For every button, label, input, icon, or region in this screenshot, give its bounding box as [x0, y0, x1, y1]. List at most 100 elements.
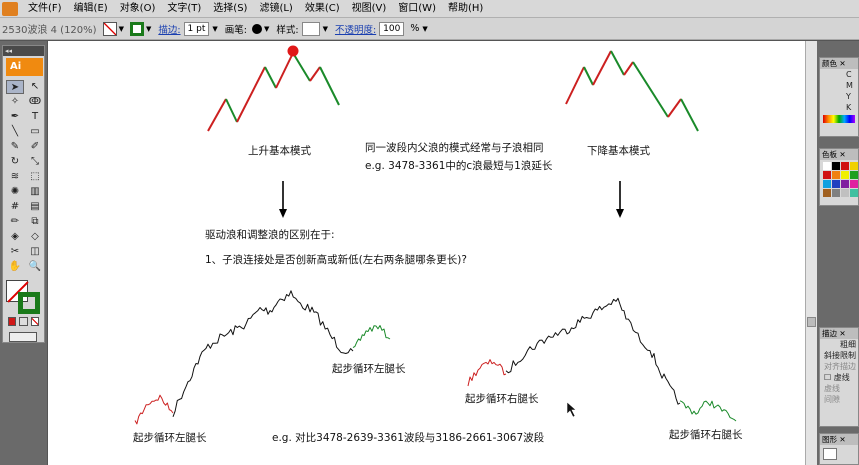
swatch-chip[interactable] — [850, 189, 858, 197]
style-field[interactable] — [301, 21, 320, 36]
stroke-color-swatch[interactable] — [129, 21, 144, 36]
eyedropper-tool-icon[interactable]: ✏ — [6, 215, 24, 229]
stroke-dropdown-icon[interactable]: ▼ — [146, 25, 151, 33]
swatch-chip[interactable] — [823, 162, 831, 170]
menu-filter[interactable]: 滤镜(L) — [253, 0, 298, 18]
menu-file[interactable]: 文件(F) — [22, 0, 68, 18]
opacity-label[interactable]: 不透明度: — [335, 22, 376, 36]
line-tool-icon[interactable]: ╲ — [6, 125, 24, 139]
tools-panel: ◂◂ Ai ➤ ↖ ✧ ↂ ✒ T ╲ ▭ ✎ ✐ ↻ ⤡ ≋ ⬚ ✺ ▥ # ▤ ✏ ⧉ ◈ ◇ ✂ ◫ ✋ 🔍 — [2, 45, 45, 343]
screen-mode-icon[interactable] — [9, 332, 37, 342]
pen-tool-icon[interactable]: ✒ — [6, 110, 24, 124]
menu-select[interactable]: 选择(S) — [207, 0, 253, 18]
gap-label: 间隙 — [824, 395, 840, 404]
stroke-weight-field[interactable]: 1 pt — [183, 21, 210, 36]
menu-view[interactable]: 视图(V) — [346, 0, 393, 18]
color-panel-title-text: 颜色 — [822, 59, 837, 68]
menu-type[interactable]: 文字(T) — [161, 0, 207, 18]
swatch-chip[interactable] — [832, 180, 840, 188]
dashed-line-checkbox[interactable]: ☐ 虚线 — [820, 372, 858, 383]
swatch-chip[interactable] — [841, 162, 849, 170]
menu-help[interactable]: 帮助(H) — [442, 0, 489, 18]
swatch-chip[interactable] — [841, 171, 849, 179]
down-pattern-segment — [623, 61, 634, 76]
swatch-chip[interactable] — [841, 189, 849, 197]
gradient-mode-icon[interactable] — [19, 317, 28, 326]
scale-tool-icon[interactable]: ⤡ — [26, 155, 44, 169]
magic-wand-tool-icon[interactable]: ✧ — [6, 95, 24, 109]
color-spectrum-bar[interactable] — [823, 115, 855, 123]
mesh-tool-icon[interactable]: # — [6, 200, 24, 214]
live-paint-tool-icon[interactable]: ◈ — [6, 230, 24, 244]
stroke-label[interactable]: 描边: — [158, 22, 180, 36]
swatch-chip[interactable] — [823, 189, 831, 197]
rotate-tool-icon[interactable]: ↻ — [6, 155, 24, 169]
symbol-sprayer-tool-icon[interactable]: ✺ — [6, 185, 24, 199]
swatch-chip[interactable] — [841, 180, 849, 188]
swatch-chip[interactable] — [850, 162, 858, 170]
down-pattern-segment — [583, 66, 594, 86]
stroke-weight-label: 粗细 — [840, 340, 856, 349]
left-chart-start-red — [134, 394, 174, 425]
down-pattern-segment — [610, 50, 625, 76]
label-left-leg-long-left-chart: 起步循环左腿长 — [133, 432, 207, 444]
blend-tool-icon[interactable]: ⧉ — [26, 215, 44, 229]
none-mode-icon[interactable] — [30, 317, 39, 326]
eraser-tool-icon[interactable]: ◫ — [26, 245, 44, 259]
stroke-panel-title[interactable]: 描边 ✕ — [820, 328, 858, 339]
label-down-pattern: 下降基本模式 — [587, 145, 650, 157]
paintbrush-tool-icon[interactable]: ✎ — [6, 140, 24, 154]
brush-dropdown-icon[interactable]: ▼ — [264, 25, 269, 33]
color-panel: 颜色 ✕ C M Y K — [819, 57, 859, 137]
pencil-tool-icon[interactable]: ✐ — [26, 140, 44, 154]
type-tool-icon[interactable]: T — [26, 110, 44, 124]
stroke-indicator-icon[interactable] — [18, 292, 40, 314]
tools-panel-header[interactable]: ◂◂ — [3, 46, 44, 56]
swatch-chip[interactable] — [823, 171, 831, 179]
warp-tool-icon[interactable]: ≋ — [6, 170, 24, 184]
stroke-weight-dropdown-icon[interactable]: ▼ — [212, 25, 217, 33]
miter-limit-label: 斜接限制 — [824, 351, 856, 360]
scrollbar-thumb[interactable] — [807, 317, 816, 327]
menu-edit[interactable]: 编辑(E) — [68, 0, 114, 18]
menu-window[interactable]: 窗口(W) — [392, 0, 442, 18]
direct-selection-tool-icon[interactable]: ↖ — [26, 80, 44, 94]
column-graph-tool-icon[interactable]: ▥ — [26, 185, 44, 199]
rectangle-tool-icon[interactable]: ▭ — [26, 125, 44, 139]
menu-object[interactable]: 对象(O) — [114, 0, 162, 18]
zoom-tool-icon[interactable]: 🔍 — [26, 260, 44, 274]
swatch-chip[interactable] — [850, 171, 858, 179]
swatch-grid — [820, 160, 858, 199]
artboard-canvas[interactable]: 上升基本模式 下降基本模式 同一波段内父浪的模式经常与子浪相同 e.g. 347… — [48, 41, 805, 465]
free-transform-tool-icon[interactable]: ⬚ — [26, 170, 44, 184]
color-panel-title[interactable]: 颜色 ✕ — [820, 58, 858, 69]
style-dropdown-icon[interactable]: ▼ — [323, 25, 328, 33]
brush-preview-icon[interactable] — [251, 23, 262, 34]
swatch-chip[interactable] — [832, 189, 840, 197]
fill-stroke-widget[interactable] — [6, 280, 42, 314]
gradient-tool-icon[interactable]: ▤ — [26, 200, 44, 214]
fill-dropdown-icon[interactable]: ▼ — [119, 25, 124, 33]
left-chart-end-green — [352, 325, 391, 349]
selection-tool-icon[interactable]: ➤ — [6, 80, 24, 94]
app-badge: Ai — [6, 58, 43, 76]
graphic-styles-panel-title[interactable]: 图形 ✕ — [820, 434, 858, 445]
swatch-chip[interactable] — [850, 180, 858, 188]
slice-tool-icon[interactable]: ✂ — [6, 245, 24, 259]
lasso-tool-icon[interactable]: ↂ — [26, 95, 44, 109]
graphic-style-thumbnail[interactable] — [823, 448, 837, 460]
swatches-panel-title[interactable]: 色板 ✕ — [820, 149, 858, 160]
swatch-chip[interactable] — [823, 180, 831, 188]
hand-tool-icon[interactable]: ✋ — [6, 260, 24, 274]
swatch-chip[interactable] — [832, 171, 840, 179]
live-paint-selection-tool-icon[interactable]: ◇ — [26, 230, 44, 244]
swatch-chip[interactable] — [832, 162, 840, 170]
color-mode-icon[interactable] — [8, 317, 17, 326]
vertical-scrollbar[interactable] — [805, 41, 817, 465]
opacity-field[interactable]: 100 — [379, 21, 405, 36]
down-pattern-segment — [632, 61, 669, 118]
opacity-dropdown-icon[interactable]: ▼ — [422, 25, 427, 33]
app-logo-icon — [2, 1, 18, 16]
menu-effect[interactable]: 效果(C) — [299, 0, 346, 18]
fill-color-swatch[interactable] — [102, 21, 117, 36]
